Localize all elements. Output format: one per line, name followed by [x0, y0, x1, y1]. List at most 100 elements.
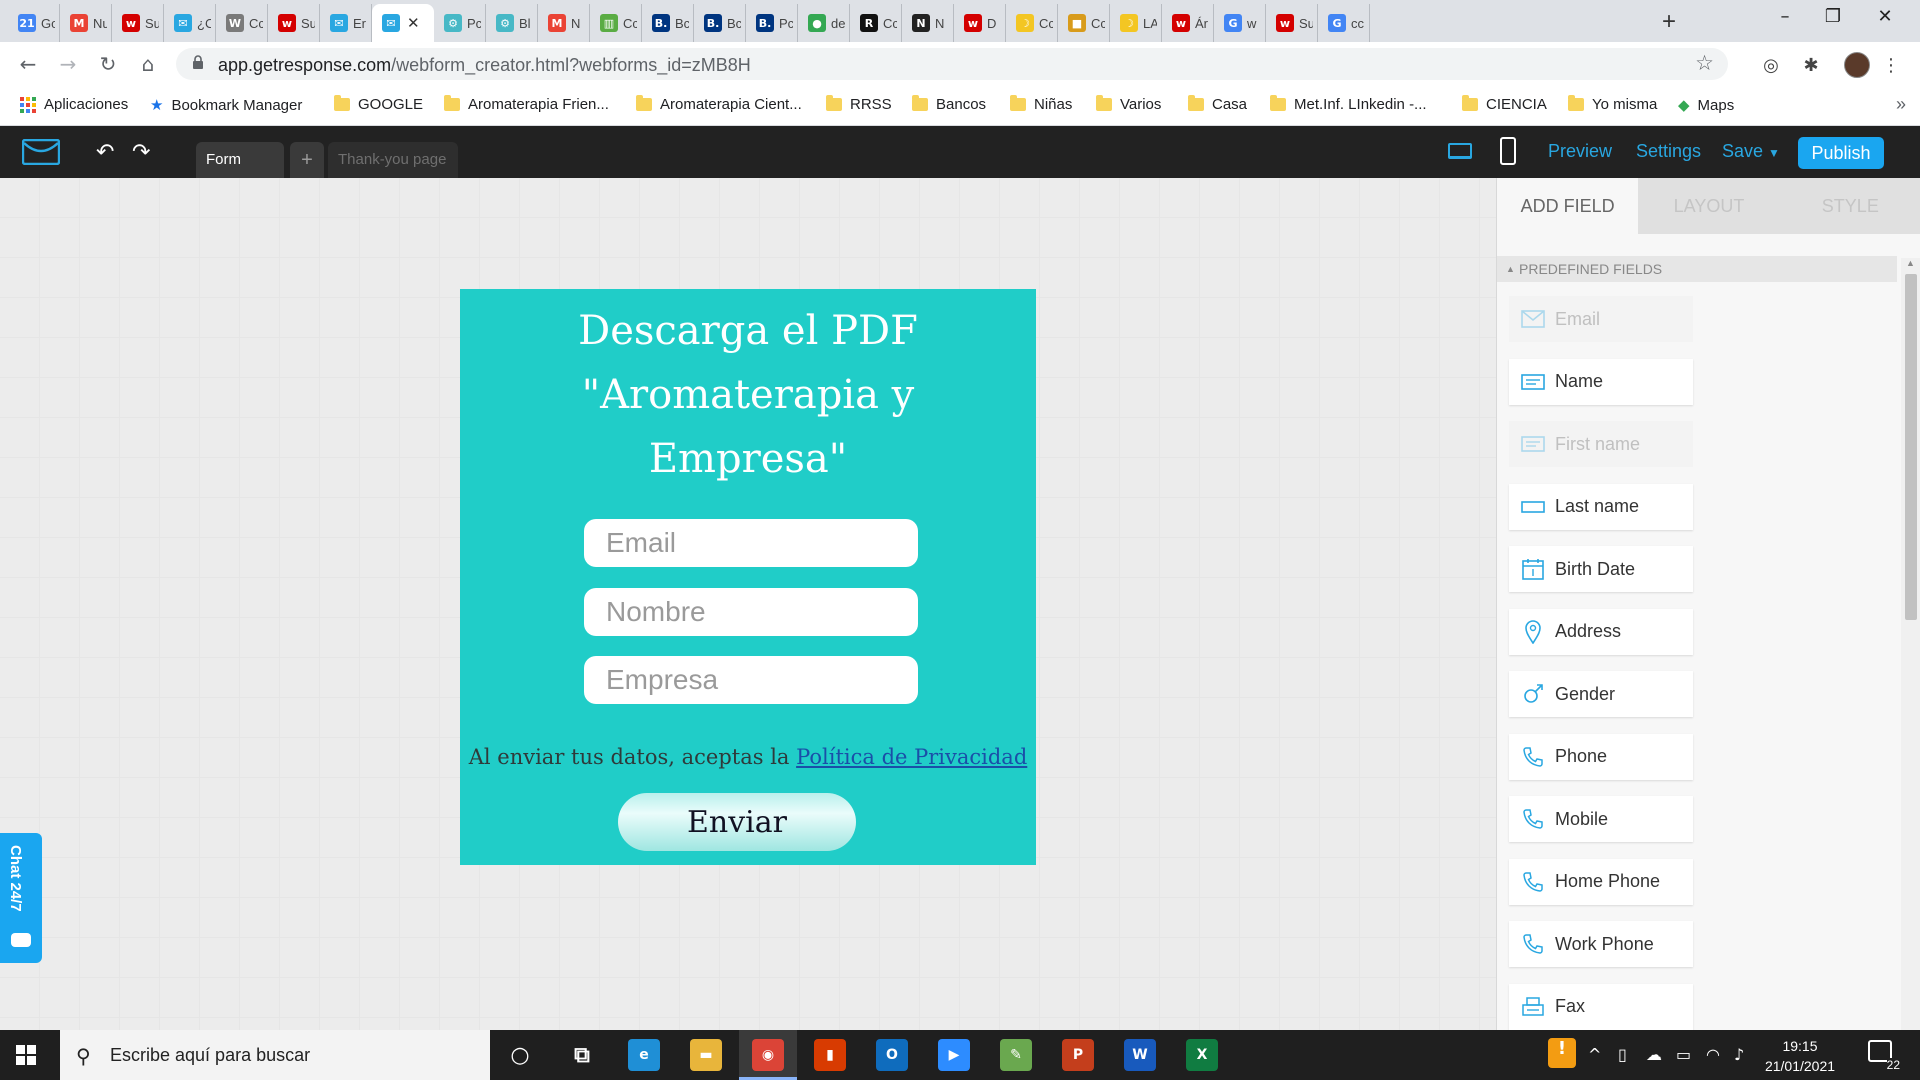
notification-app-icon[interactable]: !: [1548, 1038, 1576, 1068]
bookmark-item[interactable]: Varios: [1096, 95, 1161, 113]
bookmark-item[interactable]: Met.Inf. LInkedin -...: [1270, 95, 1427, 113]
outlook-icon[interactable]: O: [876, 1039, 908, 1071]
bookmark-item[interactable]: GOOGLE: [334, 95, 423, 113]
browser-tab[interactable]: wD: [954, 4, 1006, 42]
field-item-mobile[interactable]: Mobile: [1509, 796, 1693, 842]
field-item-phone[interactable]: Phone: [1509, 733, 1693, 780]
editor-canvas[interactable]: Descarga el PDF "Aromaterapia y Empresa"…: [0, 178, 1496, 1030]
chat-widget[interactable]: Chat 24/7: [0, 833, 42, 963]
field-item-fax[interactable]: Fax: [1509, 983, 1693, 1030]
desktop-view-icon[interactable]: [1448, 143, 1472, 159]
bookmarks-overflow-icon[interactable]: »: [1896, 94, 1906, 115]
browser-tab[interactable]: B. Pc: [746, 4, 798, 42]
bookmark-item[interactable]: ◆ Maps: [1678, 96, 1734, 114]
browser-tab[interactable]: MN: [538, 4, 590, 42]
tab-layout[interactable]: LAYOUT: [1638, 178, 1780, 234]
paint-icon[interactable]: ✎: [1000, 1039, 1032, 1071]
field-item-name[interactable]: Name: [1509, 358, 1693, 405]
name-field[interactable]: Nombre: [584, 588, 918, 636]
browser-tab[interactable]: W Cc: [216, 4, 268, 42]
bookmark-item[interactable]: RRSS: [826, 95, 892, 113]
browser-tab[interactable]: ✉ ✕: [372, 4, 434, 42]
forward-icon[interactable]: →: [54, 50, 82, 78]
action-center-icon[interactable]: 22: [1868, 1040, 1900, 1072]
address-bar[interactable]: app.getresponse.com/webform_creator.html…: [176, 48, 1728, 80]
bookmark-item[interactable]: CIENCIA: [1462, 95, 1547, 113]
browser-tab[interactable]: w Su: [112, 4, 164, 42]
tab-thank-you-page[interactable]: Thank-you page: [328, 142, 458, 178]
maximize-icon[interactable]: ❐: [1810, 6, 1856, 27]
browser-tab[interactable]: R Cc: [850, 4, 902, 42]
bookmark-star-icon[interactable]: ☆: [1695, 51, 1714, 75]
browser-tab[interactable]: ✉ Er: [320, 4, 372, 42]
company-field[interactable]: Empresa: [584, 656, 918, 704]
scroll-up-icon[interactable]: ▲: [1906, 258, 1915, 268]
browser-tab[interactable]: Gw: [1214, 4, 1266, 42]
field-item-work-phone[interactable]: Work Phone: [1509, 921, 1693, 967]
onedrive-icon[interactable]: ☁: [1646, 1045, 1662, 1064]
field-item-address[interactable]: Address: [1509, 608, 1693, 655]
field-item-last-name[interactable]: Last name: [1509, 483, 1693, 530]
browser-tab[interactable]: ⚙ Bl: [486, 4, 538, 42]
minimize-icon[interactable]: –: [1762, 6, 1808, 27]
wifi-icon[interactable]: ◠: [1706, 1045, 1720, 1064]
extensions-puzzle-icon[interactable]: ✱: [1800, 54, 1822, 76]
field-item-gender[interactable]: Gender: [1509, 671, 1693, 717]
save-dropdown[interactable]: Save ▼: [1722, 141, 1780, 162]
windows-start-icon[interactable]: [16, 1045, 36, 1065]
bookmark-item[interactable]: Yo misma: [1568, 95, 1657, 113]
close-tab-icon[interactable]: ✕: [407, 14, 420, 32]
back-icon[interactable]: ←: [14, 50, 42, 78]
predefined-fields-header[interactable]: ▲ PREDEFINED FIELDS: [1497, 256, 1897, 282]
browser-tab[interactable]: B. Bc: [642, 4, 694, 42]
chrome-icon[interactable]: ◉: [752, 1039, 784, 1071]
browser-tab[interactable]: NN: [902, 4, 954, 42]
browser-tab[interactable]: ✉ ¿C: [164, 4, 216, 42]
browser-tab[interactable]: ☽ Cc: [1006, 4, 1058, 42]
bookmark-item[interactable]: Bancos: [912, 95, 986, 113]
settings-link[interactable]: Settings: [1636, 141, 1701, 162]
browser-tab[interactable]: M Nu: [60, 4, 112, 42]
browser-tab[interactable]: B. Bc: [694, 4, 746, 42]
close-window-icon[interactable]: ✕: [1862, 6, 1908, 27]
browser-tab[interactable]: w Su: [1266, 4, 1318, 42]
browser-tab[interactable]: 21 Go: [8, 4, 60, 42]
scrollbar-thumb[interactable]: [1905, 274, 1917, 620]
bookmark-item[interactable]: Casa: [1188, 95, 1247, 113]
url-text[interactable]: app.getresponse.com/webform_creator.html…: [218, 55, 751, 76]
zoom-icon[interactable]: ▶: [938, 1039, 970, 1071]
volume-icon[interactable]: ♪: [1734, 1045, 1744, 1064]
taskbar-clock[interactable]: 19:15 21/01/2021: [1754, 1036, 1846, 1076]
browser-tab[interactable]: Gcc: [1318, 4, 1370, 42]
bookmark-item[interactable]: Aromaterapia Cient...: [636, 95, 802, 113]
tray-chevron-icon[interactable]: ^: [1588, 1045, 1601, 1064]
field-item-home-phone[interactable]: Home Phone: [1509, 858, 1693, 905]
office-icon[interactable]: ▮: [814, 1039, 846, 1071]
redo-icon[interactable]: ↷: [132, 140, 150, 165]
file-explorer-icon[interactable]: ▬: [690, 1039, 722, 1071]
browser-tab[interactable]: ● de: [798, 4, 850, 42]
bookmark-item[interactable]: Aromaterapia Frien...: [444, 95, 609, 113]
browser-tab[interactable]: w Ár: [1162, 4, 1214, 42]
powerpoint-icon[interactable]: P: [1062, 1039, 1094, 1071]
privacy-policy-link[interactable]: Política de Privacidad: [796, 745, 1027, 769]
browser-tab[interactable]: w Su: [268, 4, 320, 42]
bookmark-item[interactable]: ★ Bookmark Manager: [150, 96, 302, 114]
getresponse-logo-icon[interactable]: [22, 139, 60, 165]
bookmark-item[interactable]: Aplicaciones: [20, 96, 128, 113]
publish-button[interactable]: Publish: [1798, 137, 1884, 169]
edge-icon[interactable]: e: [628, 1039, 660, 1071]
browser-menu-icon[interactable]: ⋮: [1880, 54, 1902, 76]
battery-icon[interactable]: ▭: [1676, 1045, 1691, 1064]
home-icon[interactable]: ⌂: [134, 50, 162, 78]
lock-icon[interactable]: [192, 55, 204, 69]
preview-link[interactable]: Preview: [1548, 141, 1612, 162]
tab-style[interactable]: STYLE: [1779, 178, 1920, 234]
webform[interactable]: Descarga el PDF "Aromaterapia y Empresa"…: [460, 289, 1036, 865]
undo-icon[interactable]: ↶: [96, 140, 114, 165]
browser-tab[interactable]: ▥ Cc: [590, 4, 642, 42]
reload-icon[interactable]: ↻: [94, 50, 122, 78]
mobile-view-icon[interactable]: [1500, 137, 1516, 165]
tray-device-icon[interactable]: ▯: [1618, 1045, 1627, 1064]
field-item-birth-date[interactable]: Birth Date: [1509, 546, 1693, 592]
